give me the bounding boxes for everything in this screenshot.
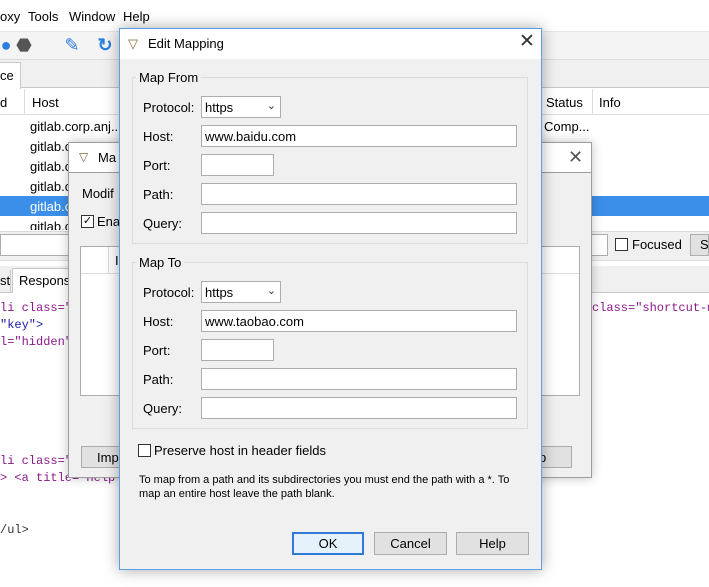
stop-icon[interactable]: ⬣	[14, 35, 34, 55]
menu-tools[interactable]: Tools	[28, 9, 58, 24]
protocol-label: Protocol:	[143, 100, 195, 115]
column-divider	[592, 89, 593, 115]
cancel-button[interactable]: Cancel	[374, 532, 447, 555]
from-path-input[interactable]	[201, 183, 517, 205]
help-button[interactable]: Help	[456, 532, 529, 555]
protocol-label: Protocol:	[143, 285, 195, 300]
path-label: Path:	[143, 372, 174, 387]
host-label: Host:	[143, 129, 174, 144]
query-label: Query:	[143, 401, 183, 416]
hint-text: To map from a path and its subdirectorie…	[139, 474, 510, 486]
code-line: class="shortcut-map	[592, 301, 709, 315]
to-path-input[interactable]	[201, 368, 517, 390]
code-line: /ul>	[0, 523, 29, 537]
charles-icon: ▽	[128, 36, 138, 51]
import-button[interactable]: Imp	[81, 446, 121, 468]
map-from-legend: Map From	[136, 70, 202, 85]
to-protocol-select[interactable]: https ⌄	[201, 281, 281, 303]
map-remote-title: Ma	[98, 150, 117, 165]
port-label: Port:	[143, 343, 171, 358]
from-port-input[interactable]	[201, 154, 274, 176]
enable-label: Ena	[97, 214, 121, 229]
chevron-down-icon: ⌄	[266, 100, 276, 112]
code-line: "key">	[0, 318, 44, 332]
close-icon[interactable]: ✕	[568, 147, 583, 168]
to-protocol-value: https	[205, 285, 234, 300]
column-header-status[interactable]: Status	[546, 95, 583, 110]
menu-window[interactable]: Window	[69, 9, 115, 24]
map-to-legend: Map To	[136, 255, 185, 270]
column-header-host[interactable]: Host	[32, 95, 59, 110]
hint-text: map an entire host leave the path blank.	[139, 488, 335, 500]
chevron-down-icon: ⌄	[266, 285, 276, 297]
from-host-input[interactable]: www.baidu.com	[201, 125, 517, 147]
preserve-host-label[interactable]: Preserve host in header fields	[154, 443, 326, 458]
focused-checkbox[interactable]	[615, 238, 628, 251]
refresh-icon[interactable]: ↻	[95, 35, 115, 55]
code-line: l="hidden"	[0, 335, 73, 349]
menu-help[interactable]: Help	[123, 9, 150, 24]
from-protocol-value: https	[205, 100, 234, 115]
tab-response[interactable]: Respons	[12, 268, 72, 293]
menu-proxy[interactable]: oxy	[0, 9, 20, 24]
column-divider	[108, 247, 109, 273]
focused-label: Focused	[632, 237, 682, 252]
preserve-host-checkbox[interactable]	[138, 444, 151, 457]
ok-button[interactable]: OK	[292, 532, 364, 555]
query-label: Query:	[143, 216, 183, 231]
from-query-input[interactable]	[201, 212, 517, 234]
row-host: gitlab.corp.anj...	[30, 119, 122, 134]
tab-request[interactable]: st	[0, 270, 11, 292]
column-divider	[24, 89, 25, 115]
settings-button[interactable]: Se	[690, 234, 709, 256]
host-label: Host:	[143, 314, 174, 329]
to-query-input[interactable]	[201, 397, 517, 419]
path-label: Path:	[143, 187, 174, 202]
row-status: Comp...	[544, 119, 590, 134]
to-host-input[interactable]: www.taobao.com	[201, 310, 517, 332]
modify-text: Modif	[82, 186, 114, 201]
charles-icon: ▽	[79, 150, 89, 164]
column-header-info[interactable]: Info	[599, 95, 621, 110]
to-port-input[interactable]	[201, 339, 274, 361]
from-protocol-select[interactable]: https ⌄	[201, 96, 281, 118]
port-label: Port:	[143, 158, 171, 173]
tab-sequence[interactable]: ce	[0, 62, 21, 89]
dialog-title: Edit Mapping	[148, 36, 224, 51]
close-icon[interactable]: ✕	[518, 32, 536, 52]
enable-checkbox[interactable]: ✓	[81, 215, 94, 228]
pen-icon[interactable]: ✎	[62, 35, 82, 55]
column-header-id[interactable]: d	[0, 95, 7, 110]
